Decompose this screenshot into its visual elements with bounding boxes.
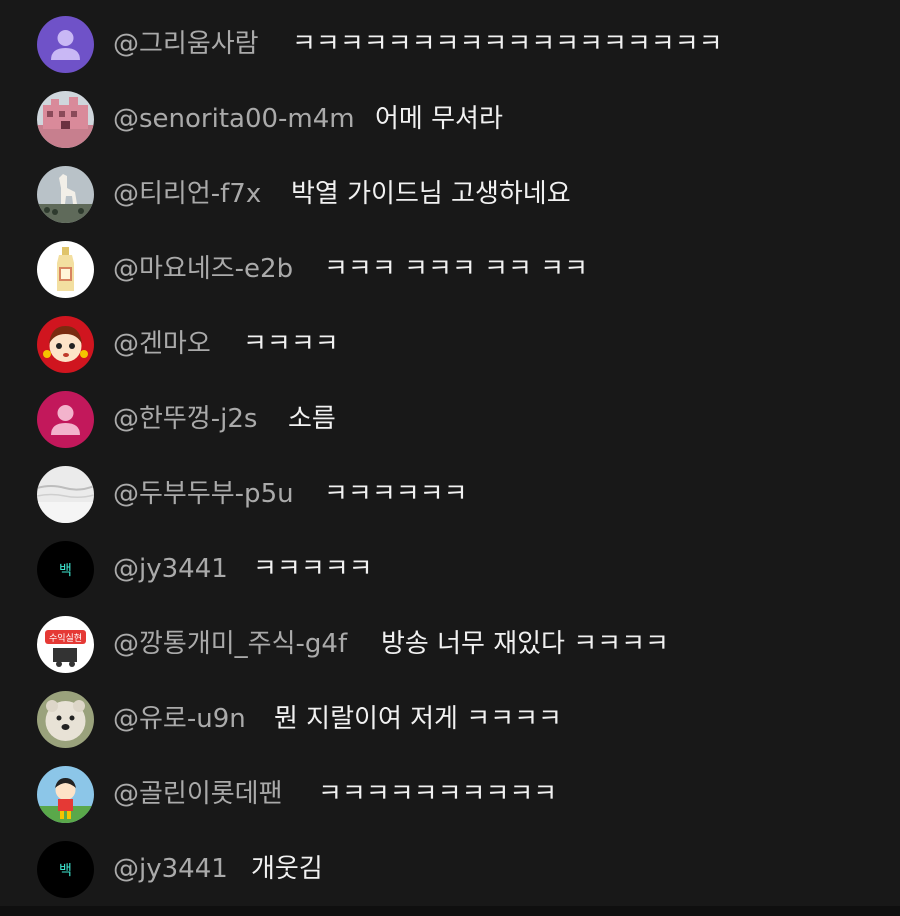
snow-photo-icon[interactable] (37, 466, 94, 523)
llama-statue-photo-icon[interactable] (37, 166, 94, 223)
comment-text: ㅋㅋㅋㅋㅋ (253, 554, 373, 584)
comment-author[interactable]: @두부두부-p5u (113, 457, 294, 532)
comment-author[interactable]: @골린이롯데팬 (113, 757, 283, 832)
comment-row: @골린이롯데팬 ㅋㅋㅋㅋㅋㅋㅋㅋㅋㅋ (0, 757, 900, 832)
default-avatar-icon[interactable] (37, 16, 94, 73)
comment-row: @티리언-f7x 박열 가이드님 고생하네요 (0, 157, 900, 232)
comment-row: @그리움사람 ㅋㅋㅋㅋㅋㅋㅋㅋㅋㅋㅋㅋㅋㅋㅋㅋㅋㅋ (0, 7, 900, 82)
comment-author[interactable]: @senorita00-m4m (113, 82, 355, 157)
comment-author[interactable]: @깡통개미_주식-g4f (113, 607, 347, 682)
peko-girl-icon[interactable] (37, 316, 94, 373)
polar-bear-photo-icon[interactable] (37, 691, 94, 748)
comment-row: @senorita00-m4m 어메 무셔라 (0, 82, 900, 157)
comment-text: ㅋㅋㅋ ㅋㅋㅋ ㅋㅋ ㅋㅋ (324, 254, 588, 284)
comment-row: @두부두부-p5u ㅋㅋㅋㅋㅋㅋ (0, 457, 900, 532)
comment-author[interactable]: @한뚜껑-j2s (113, 382, 257, 457)
comment-text: ㅋㅋㅋㅋㅋㅋ (324, 479, 468, 509)
comment-text: ㅋㅋㅋㅋㅋㅋㅋㅋㅋㅋ (318, 779, 558, 809)
comment-author[interactable]: @마요네즈-e2b (113, 232, 293, 307)
comment-author[interactable]: @jy3441 (113, 532, 228, 607)
avatar-label: 백 (59, 863, 72, 879)
text-avatar-baek[interactable]: 백 (37, 541, 94, 598)
comment-text: ㅋㅋㅋㅋㅋㅋㅋㅋㅋㅋㅋㅋㅋㅋㅋㅋㅋㅋ (292, 29, 723, 59)
bottom-edge (0, 906, 900, 916)
pink-building-photo-icon[interactable] (37, 91, 94, 148)
comment-author[interactable]: @jy3441 (113, 832, 228, 907)
comment-row: @마요네즈-e2b ㅋㅋㅋ ㅋㅋㅋ ㅋㅋ ㅋㅋ (0, 232, 900, 307)
stock-logo-text: 수익실현 (49, 632, 82, 644)
comment-row: 백 @jy3441 개웃김 (0, 832, 900, 907)
comment-text: 어메 무셔라 (375, 104, 503, 134)
comment-text: 개웃김 (251, 854, 323, 884)
comment-author[interactable]: @티리언-f7x (113, 157, 261, 232)
cartoon-boy-golf-icon[interactable] (37, 766, 94, 823)
comment-row: @겐마오 ㅋㅋㅋㅋ (0, 307, 900, 382)
text-avatar-baek[interactable]: 백 (37, 841, 94, 898)
comment-author[interactable]: @그리움사람 (113, 7, 259, 82)
mayonnaise-bottle-icon[interactable] (37, 241, 94, 298)
comment-text: 박열 가이드님 고생하네요 (291, 179, 571, 209)
avatar-label: 백 (59, 563, 72, 579)
comment-author[interactable]: @유로-u9n (113, 682, 246, 757)
stock-logo-icon[interactable]: 수익실현 (37, 616, 94, 673)
comment-text: 소름 (288, 404, 336, 434)
comment-text: 방송 너무 재있다 ㅋㅋㅋㅋ (381, 629, 669, 659)
comment-row: @유로-u9n 뭔 지랄이여 저게 ㅋㅋㅋㅋ (0, 682, 900, 757)
comment-text: 뭔 지랄이여 저게 ㅋㅋㅋㅋ (274, 704, 562, 734)
comment-row: 수익실현 @깡통개미_주식-g4f 방송 너무 재있다 ㅋㅋㅋㅋ (0, 607, 900, 682)
comment-row: @한뚜껑-j2s 소름 (0, 382, 900, 457)
comment-row: 백 @jy3441 ㅋㅋㅋㅋㅋ (0, 532, 900, 607)
default-avatar-icon[interactable] (37, 391, 94, 448)
comment-author[interactable]: @겐마오 (113, 307, 211, 382)
comment-text: ㅋㅋㅋㅋ (243, 329, 339, 359)
